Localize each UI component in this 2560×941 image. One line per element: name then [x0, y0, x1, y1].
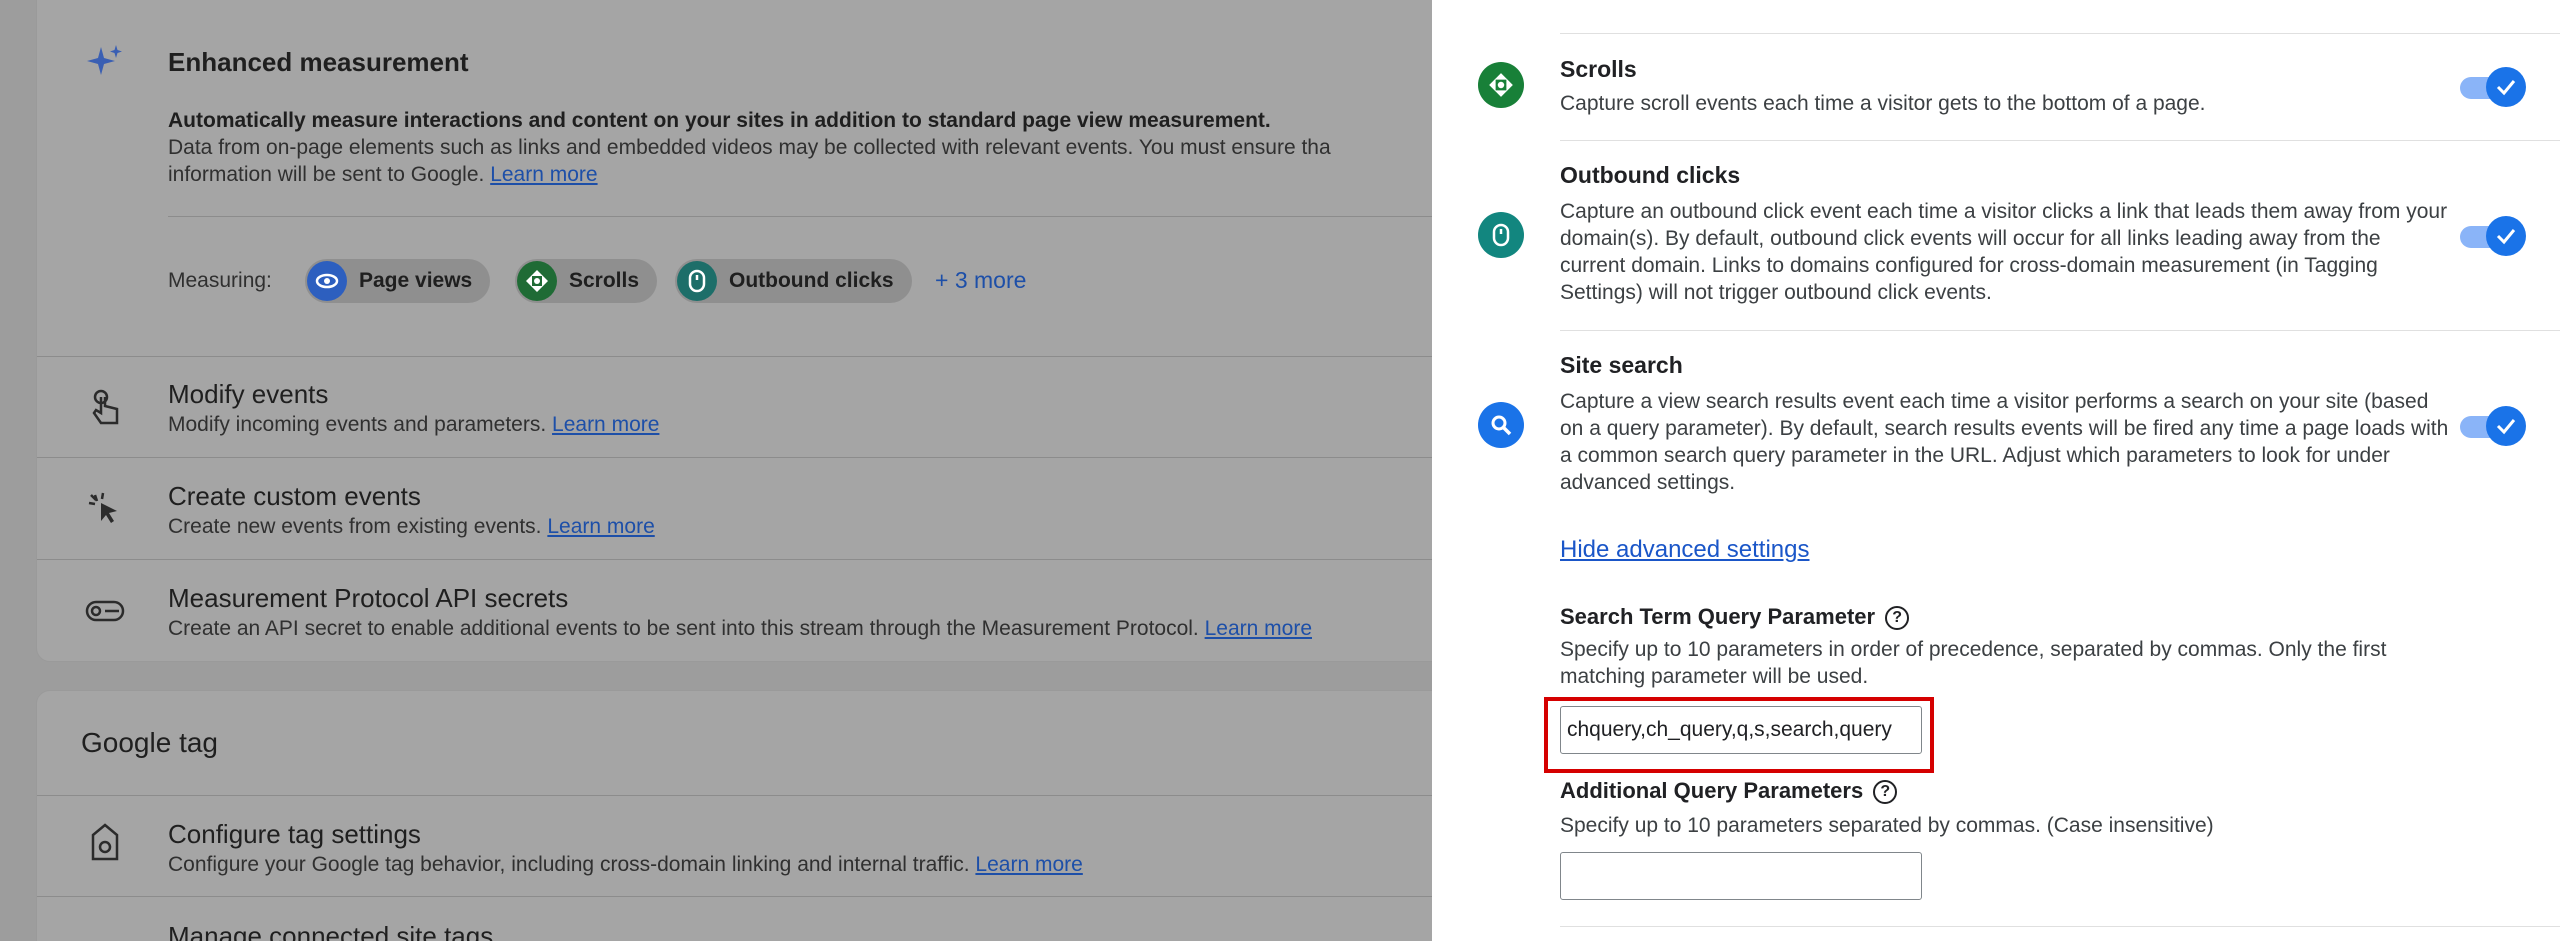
hide-advanced-settings-link[interactable]: Hide advanced settings — [1560, 536, 1810, 564]
divider — [37, 559, 1432, 560]
divider — [37, 896, 1432, 897]
scroll-icon — [1478, 62, 1524, 108]
divider — [1560, 140, 2560, 141]
enhanced-measurement-title: Enhanced measurement — [168, 47, 469, 77]
create-custom-events-title[interactable]: Create custom events — [168, 481, 421, 512]
configure-tag-desc-text: Configure your Google tag behavior, incl… — [168, 853, 970, 876]
additional-params-label: Additional Query Parameters? — [1560, 778, 1898, 805]
chip-scrolls-label: Scrolls — [569, 269, 640, 292]
chip-outbound-clicks-label: Outbound clicks — [729, 269, 894, 292]
search-term-desc: Specify up to 10 parameters in order of … — [1560, 638, 2387, 688]
outbound-clicks-desc: Capture an outbound click event each tim… — [1560, 200, 2448, 304]
site-search-toggle[interactable] — [2460, 406, 2526, 446]
key-icon — [83, 589, 127, 633]
outbound-clicks-toggle[interactable] — [2460, 216, 2526, 256]
measurement-protocol-learn-more[interactable]: Learn more — [1205, 617, 1312, 640]
enhanced-desc-2: information will be sent to Google. Lear… — [168, 163, 598, 187]
enhanced-learn-more-link[interactable]: Learn more — [490, 163, 597, 186]
enhanced-desc-2-text: information will be sent to Google. — [168, 163, 485, 186]
modify-events-learn-more[interactable]: Learn more — [552, 413, 659, 436]
divider — [1560, 33, 2560, 34]
check-icon — [2486, 67, 2526, 107]
check-icon — [2486, 216, 2526, 256]
measurement-protocol-desc: Create an API secret to enable additiona… — [168, 617, 1312, 641]
configure-tag-desc: Configure your Google tag behavior, incl… — [168, 853, 1083, 877]
scrolls-title: Scrolls — [1560, 56, 1637, 82]
enhanced-desc-bold: Automatically measure interactions and c… — [168, 109, 1271, 132]
sparkle-icon — [83, 41, 127, 85]
enhanced-desc-1: Data from on-page elements such as links… — [168, 136, 1331, 159]
measuring-label: Measuring: — [168, 269, 272, 292]
help-icon[interactable]: ? — [1885, 606, 1910, 631]
create-custom-events-learn-more[interactable]: Learn more — [547, 515, 654, 538]
more-chips-link[interactable]: + 3 more — [935, 267, 1026, 294]
highlight-box — [1544, 697, 1934, 773]
google-tag-heading: Google tag — [81, 727, 218, 758]
click-sparkle-icon — [83, 487, 127, 531]
measurement-protocol-desc-text: Create an API secret to enable additiona… — [168, 617, 1199, 640]
additional-params-input[interactable] — [1560, 852, 1922, 900]
chip-page-views-label: Page views — [359, 269, 473, 292]
search-term-label: Search Term Query Parameter? — [1560, 604, 1910, 631]
chip-page-views[interactable]: Page views — [305, 259, 491, 303]
help-icon[interactable]: ? — [1873, 780, 1898, 805]
modify-events-title[interactable]: Modify events — [168, 379, 328, 410]
events-card: Enhanced measurement Automatically measu… — [36, 0, 1432, 662]
check-icon — [2486, 406, 2526, 446]
outbound-clicks-title: Outbound clicks — [1560, 162, 1741, 188]
configure-tag-learn-more[interactable]: Learn more — [975, 853, 1082, 876]
google-tag-card: Google tag Configure tag settings Config… — [36, 690, 1432, 941]
search-term-label-text: Search Term Query Parameter — [1560, 604, 1876, 629]
search-icon — [1478, 402, 1524, 448]
scrolls-desc: Capture scroll events each time a visito… — [1560, 92, 2206, 115]
divider — [168, 216, 1432, 217]
site-search-desc: Capture a view search results event each… — [1560, 390, 2449, 494]
additional-params-label-text: Additional Query Parameters — [1560, 778, 1864, 803]
touch-icon — [83, 385, 127, 429]
eye-icon — [307, 261, 347, 301]
site-search-title: Site search — [1560, 352, 1683, 378]
measurement-protocol-title[interactable]: Measurement Protocol API secrets — [168, 583, 568, 614]
modify-events-desc: Modify incoming events and parameters. L… — [168, 413, 659, 437]
additional-params-desc: Specify up to 10 parameters separated by… — [1560, 814, 2214, 837]
modify-events-desc-text: Modify incoming events and parameters. — [168, 413, 547, 436]
create-custom-events-desc: Create new events from existing events. … — [168, 515, 655, 539]
stream-details-panel: Enhanced measurement Automatically measu… — [0, 0, 1432, 941]
chip-scrolls[interactable]: Scrolls — [515, 259, 658, 303]
divider — [1560, 926, 2560, 927]
mouse-icon — [1478, 212, 1524, 258]
scroll-icon — [517, 261, 557, 301]
manage-site-tags-title[interactable]: Manage connected site tags — [168, 921, 493, 941]
enhanced-measurement-drawer: Scrolls Capture scroll events each time … — [1432, 0, 2560, 941]
create-custom-events-desc-text: Create new events from existing events. — [168, 515, 542, 538]
tag-icon — [83, 821, 127, 865]
divider — [1560, 330, 2560, 331]
divider — [37, 795, 1432, 796]
mouse-icon — [677, 261, 717, 301]
divider — [37, 356, 1432, 357]
divider — [37, 457, 1432, 458]
configure-tag-title[interactable]: Configure tag settings — [168, 819, 421, 850]
chip-outbound-clicks[interactable]: Outbound clicks — [675, 259, 912, 303]
scrolls-toggle[interactable] — [2460, 67, 2526, 107]
